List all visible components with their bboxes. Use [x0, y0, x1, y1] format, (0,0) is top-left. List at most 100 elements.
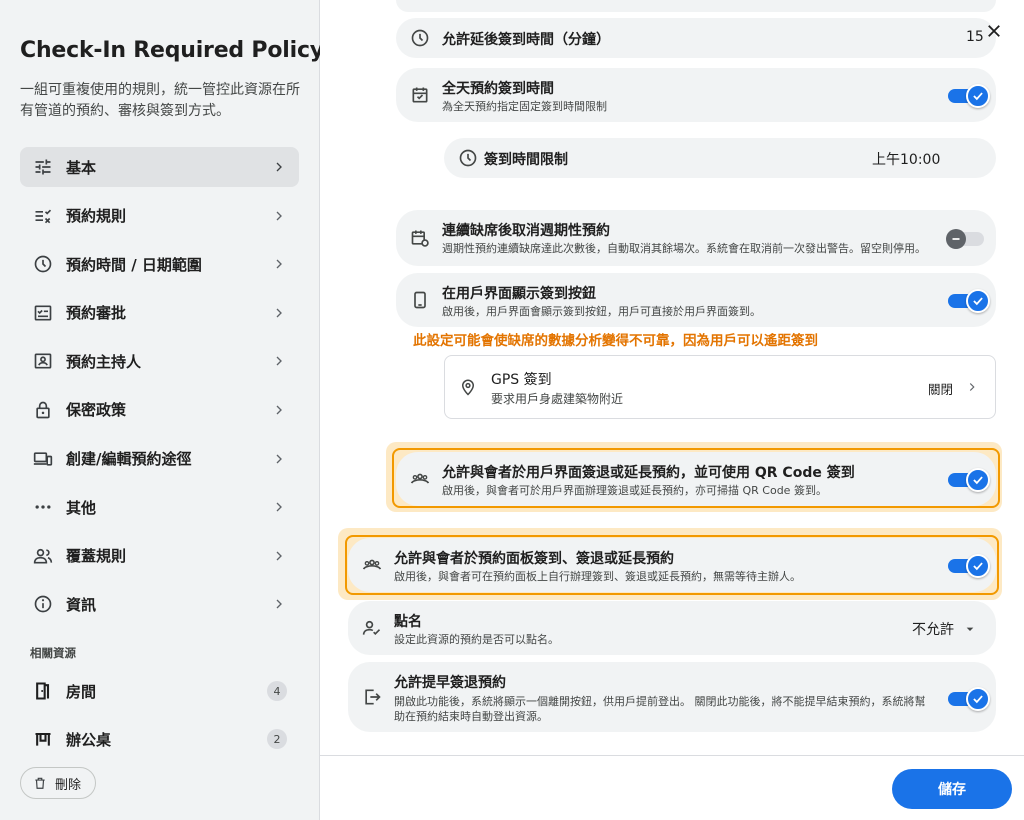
- sidebar-item-approval[interactable]: 預約審批: [20, 293, 299, 333]
- sidebar-item-privacy[interactable]: 保密政策: [20, 390, 299, 430]
- sidebar-item-info[interactable]: 資訊: [20, 584, 299, 624]
- calendar-repeat-icon: [410, 228, 430, 248]
- chevron-right-icon: [276, 356, 282, 366]
- close-button[interactable]: [978, 15, 1010, 47]
- sidebar-item-label: 預約時間 / 日期範圍: [66, 255, 202, 274]
- panel-highlight-border: [345, 535, 999, 595]
- show-button-subtitle: 啟用後，用戶界面會顯示簽到按鈕，用戶可直接於用戶界面簽到。: [442, 305, 761, 318]
- resource-count-badge: 2: [267, 729, 287, 749]
- info-icon: [32, 593, 54, 615]
- sidebar-item-booking-rules[interactable]: 預約規則: [20, 196, 299, 236]
- allday-subtitle: 為全天預約指定固定簽到時間限制: [442, 100, 607, 113]
- checkin-limit-value[interactable]: 上午10:00: [872, 149, 940, 169]
- remote-checkin-warning: 此設定可能會使缺席的數據分析變得不可靠，因為用戶可以遙距簽到: [413, 333, 818, 349]
- gps-value: 關閉: [928, 382, 954, 397]
- check-icon: [973, 297, 983, 306]
- close-icon: [988, 25, 1000, 37]
- phone-icon: [410, 290, 430, 310]
- more-icon: [32, 496, 54, 518]
- devices-icon: [32, 448, 54, 470]
- checkin-limit-title: 簽到時間限制: [484, 152, 568, 168]
- sidebar-item-basic[interactable]: 基本: [20, 147, 299, 187]
- save-button[interactable]: 儲存: [892, 769, 1012, 809]
- cancel-recurring-toggle[interactable]: [946, 229, 984, 249]
- early-checkout-title: 允許提早簽退預約: [394, 675, 506, 691]
- late-checkin-row[interactable]: 允許延後簽到時間（分鐘） 15: [396, 18, 996, 58]
- checkin-limit-row[interactable]: 簽到時間限制 上午10:00: [444, 138, 996, 178]
- chevron-right-icon: [276, 502, 282, 512]
- partial-card-top: [396, 0, 996, 12]
- allday-toggle[interactable]: [948, 84, 990, 108]
- clock-icon: [410, 28, 430, 48]
- tune-icon: [32, 156, 54, 178]
- sidebar-item-label: 覆蓋規則: [66, 547, 127, 566]
- chevron-right-icon: [276, 211, 282, 221]
- chevron-right-icon: [276, 259, 282, 269]
- gps-subtitle: 要求用戶身處建築物附近: [491, 392, 624, 406]
- rollcall-title: 點名: [394, 614, 422, 630]
- door-icon: [32, 680, 54, 702]
- late-checkin-title: 允許延後簽到時間（分鐘）: [442, 32, 610, 48]
- sidebar-item-label: 資訊: [66, 595, 97, 614]
- dropdown-arrow-icon[interactable]: [962, 621, 978, 637]
- group-icon: [32, 545, 54, 567]
- gps-checkin-row[interactable]: GPS 簽到 要求用戶身處建築物附近 關閉: [444, 355, 996, 419]
- sidebar-item-channels[interactable]: 創建/編輯預約途徑: [20, 439, 299, 479]
- qr-highlight-border: [392, 448, 1000, 508]
- minus-icon: [952, 238, 960, 240]
- sidebar-item-label: 預約審批: [66, 304, 127, 323]
- resource-label: 房間: [66, 682, 97, 701]
- chevron-right-icon: [276, 454, 282, 464]
- sidebar-item-label: 預約規則: [66, 207, 127, 226]
- resource-count-badge: 4: [267, 681, 287, 701]
- logout-icon: [362, 687, 382, 707]
- gps-title: GPS 簽到: [491, 372, 552, 388]
- desk-icon: [32, 728, 54, 750]
- lock-icon: [32, 399, 54, 421]
- resource-item-desks[interactable]: 辦公桌 2: [20, 719, 299, 759]
- clock-icon: [458, 148, 478, 168]
- rule-icon: [32, 205, 54, 227]
- early-checkout-row: 允許提早簽退預約 開啟此功能後，系統將顯示一個離開按鈕，供用戶提前登出。 關閉此…: [348, 662, 996, 732]
- sidebar-item-label: 其他: [66, 498, 97, 517]
- chevron-right-icon: [276, 308, 282, 318]
- settings-panel: 允許延後簽到時間（分鐘） 15 全天預約簽到時間 為全天預約指定固定簽到時間限制…: [320, 0, 1024, 755]
- resource-item-rooms[interactable]: 房間 4: [20, 671, 299, 711]
- allday-title: 全天預約簽到時間: [442, 81, 554, 97]
- sidebar-nav: 基本 預約規則 預約時間 / 日期範圍 預約審批 預約主持人 保密政策 創建/編…: [20, 147, 299, 633]
- cancel-recurring-title: 連續缺席後取消週期性預約: [442, 223, 610, 239]
- rollcall-select[interactable]: 不允許: [912, 619, 954, 639]
- rollcall-row: 點名 設定此資源的預約是否可以點名。 不允許: [348, 601, 996, 655]
- allday-checkin-row: 全天預約簽到時間 為全天預約指定固定簽到時間限制: [396, 68, 996, 122]
- sidebar-item-other[interactable]: 其他: [20, 487, 299, 527]
- sidebar-item-host[interactable]: 預約主持人: [20, 341, 299, 381]
- sidebar-item-label: 創建/編輯預約途徑: [66, 450, 192, 469]
- sidebar-item-label: 基本: [66, 158, 97, 177]
- show-button-toggle[interactable]: [948, 289, 990, 313]
- location-pin-icon: [461, 379, 475, 396]
- show-button-title: 在用戶界面顯示簽到按鈕: [442, 286, 596, 302]
- chevron-right-icon: [276, 405, 282, 415]
- host-icon: [32, 350, 54, 372]
- footer: 儲存: [320, 755, 1024, 820]
- cancel-recurring-row: 連續缺席後取消週期性預約 週期性預約連續缺席達此次數後，自動取消其餘場次。系統會…: [396, 210, 996, 266]
- person-check-icon: [362, 618, 382, 638]
- rollcall-subtitle: 設定此資源的預約是否可以點名。: [394, 633, 559, 646]
- sidebar-item-override[interactable]: 覆蓋規則: [20, 536, 299, 576]
- early-checkout-toggle[interactable]: [948, 687, 990, 711]
- check-icon: [973, 92, 983, 101]
- clock-icon: [32, 253, 54, 275]
- chevron-right-icon: [969, 383, 975, 391]
- chevron-right-icon: [276, 599, 282, 609]
- related-resources-heading: 相關資源: [30, 646, 76, 660]
- delete-button[interactable]: 刪除: [20, 767, 97, 799]
- trash-icon: [35, 777, 45, 789]
- sidebar-item-label: 保密政策: [66, 401, 127, 420]
- delete-button-label: 刪除: [55, 777, 82, 793]
- sidebar-item-time-range[interactable]: 預約時間 / 日期範圍: [20, 244, 299, 284]
- sidebar: Check-In Required Policy 一組可重複使用的規則，統一管控…: [0, 0, 324, 820]
- show-checkin-button-row: 在用戶界面顯示簽到按鈕 啟用後，用戶界面會顯示簽到按鈕，用戶可直接於用戶界面簽到…: [396, 273, 996, 327]
- early-checkout-subtitle-line1: 開啟此功能後，系統將顯示一個離開按鈕，供用戶提前登出。 關閉此功能後，將不能提早…: [394, 695, 926, 708]
- page-description: 一組可重複使用的規則，統一管控此資源在所有管道的預約、審核與簽到方式。: [20, 82, 300, 119]
- early-checkout-subtitle-line2: 助在預約結束時自動登出資源。: [394, 710, 548, 723]
